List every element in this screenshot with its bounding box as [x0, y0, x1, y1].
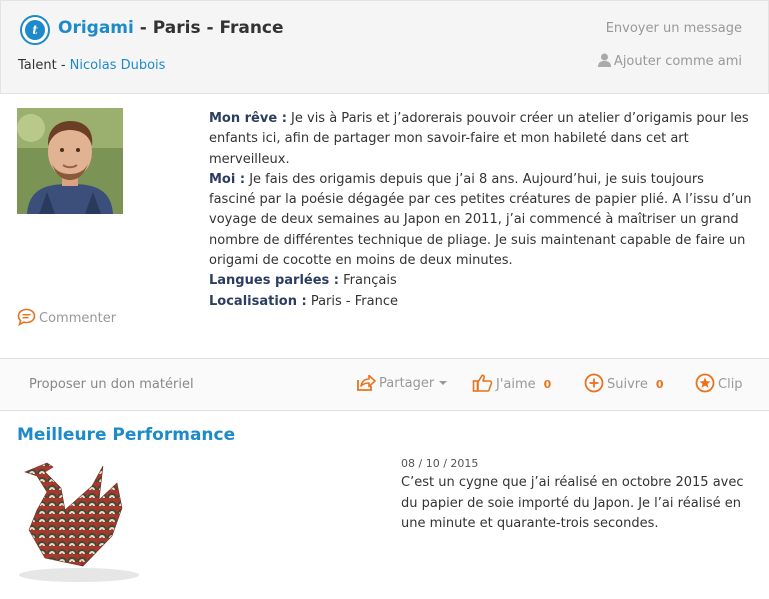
category-link[interactable]: Origami [58, 18, 134, 38]
add-friend-button[interactable]: Ajouter comme ami [597, 53, 742, 69]
location-row: Localisation : Paris - France [209, 292, 754, 312]
thumbs-up-icon [472, 374, 493, 392]
languages-label: Langues parlées : [209, 273, 339, 289]
languages-value: Français [339, 273, 397, 289]
me-paragraph: Moi : Je fais des origamis depuis que j’… [209, 170, 754, 271]
performance-title: Meilleure Performance [17, 425, 236, 445]
me-label: Moi : [209, 171, 246, 187]
location-label: Localisation : [209, 293, 307, 309]
share-icon [357, 374, 376, 391]
clip-button[interactable]: Clip [695, 373, 743, 393]
donate-link[interactable]: Proposer un don matériel [29, 377, 194, 392]
share-label: Partager [379, 376, 435, 391]
add-friend-label: Ajouter comme ami [613, 54, 742, 69]
performance-description: C’est un cygne que j’ai réalisé en octob… [401, 475, 744, 531]
title-location: - Paris - France [133, 18, 284, 38]
performance-date: 08 / 10 / 2015 [401, 457, 479, 470]
chevron-down-icon [439, 381, 448, 385]
talent-label: Talent - [18, 58, 70, 73]
profile-bio: Mon rêve : Je vis à Paris et j’adorerais… [209, 109, 754, 312]
dream-label: Mon rêve : [209, 111, 287, 126]
like-button[interactable]: J'aime 0 [472, 373, 551, 393]
comment-button[interactable]: Commenter [17, 308, 117, 327]
follow-count: 0 [655, 378, 664, 391]
user-icon [597, 53, 611, 67]
profile-header: t Origami - Paris - France Talent - Nico… [0, 0, 769, 94]
talent-logo-icon: t [20, 15, 50, 45]
clip-label: Clip [718, 377, 743, 392]
follow-button[interactable]: Suivre 0 [584, 373, 664, 393]
like-label: J'aime [496, 377, 536, 392]
languages-row: Langues parlées : Français [209, 271, 754, 291]
me-text: Je fais des origamis depuis que j’ai 8 a… [209, 171, 752, 269]
dream-paragraph: Mon rêve : Je vis à Paris et j’adorerais… [209, 109, 754, 170]
dream-text: Je vis à Paris et j’adorerais pouvoir cr… [209, 111, 749, 167]
send-message-link[interactable]: Envoyer un message [606, 21, 742, 36]
follow-label: Suivre [607, 377, 648, 392]
like-count: 0 [543, 378, 552, 391]
avatar [17, 108, 123, 214]
speech-bubble-icon [17, 308, 36, 327]
page-title: Origami - Paris - France [58, 18, 284, 38]
talent-name-link[interactable]: Nicolas Dubois [70, 58, 166, 73]
action-bar: Proposer un don matériel Partager J'aime… [0, 359, 769, 411]
comment-label: Commenter [39, 311, 117, 326]
location-value: Paris - France [306, 293, 398, 309]
origami-swan-image[interactable] [17, 458, 147, 583]
star-circle-icon [695, 373, 715, 393]
talent-subtitle: Talent - Nicolas Dubois [18, 58, 165, 73]
plus-circle-icon [584, 373, 604, 393]
share-button[interactable]: Partager [355, 373, 448, 392]
